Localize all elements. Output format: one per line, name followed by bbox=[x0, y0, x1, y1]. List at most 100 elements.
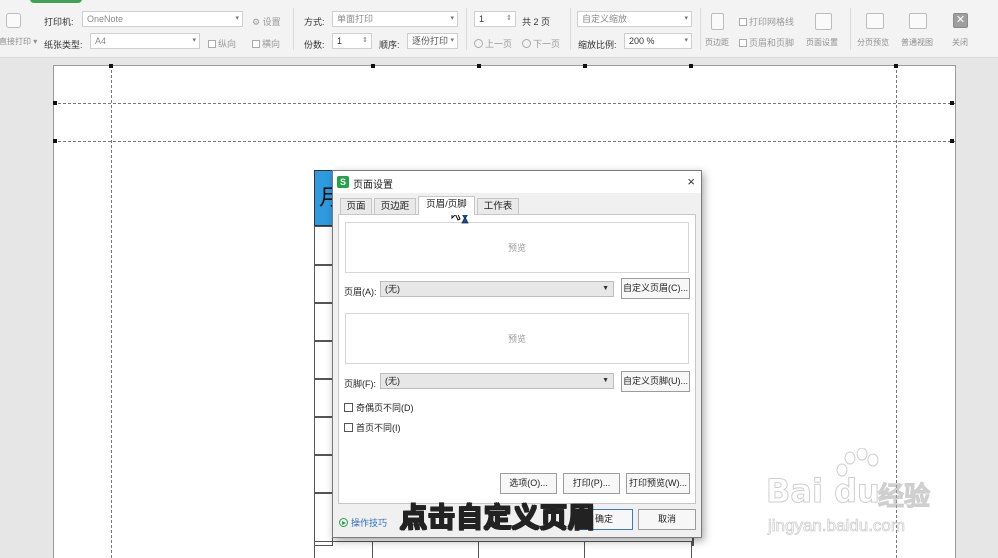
stepper-arrows-icon: ⇕ bbox=[506, 15, 512, 22]
cancel-button[interactable]: 取消 bbox=[638, 509, 696, 530]
header-select[interactable]: (无) ▼ bbox=[380, 281, 614, 297]
printer-settings-button[interactable]: ⚙ 设置 bbox=[252, 15, 281, 28]
tab-margins[interactable]: 页边距 bbox=[374, 198, 416, 215]
wps-logo-icon: S bbox=[337, 176, 349, 188]
page-number-stepper[interactable]: 1 ⇕ bbox=[474, 11, 516, 27]
options-button[interactable]: 选项(O)... bbox=[500, 473, 557, 494]
operation-tips-link[interactable]: 操作技巧 bbox=[339, 516, 387, 529]
margin-handle[interactable] bbox=[477, 64, 481, 68]
table-cell bbox=[314, 340, 333, 342]
table-cell bbox=[478, 541, 585, 558]
first-page-checkbox[interactable]: 首页不同(I) bbox=[344, 421, 401, 434]
table-cell bbox=[372, 541, 479, 558]
margin-handle[interactable] bbox=[950, 139, 954, 143]
copies-label: 份数: bbox=[304, 40, 325, 50]
ribbon-active-tab-indicator bbox=[30, 0, 82, 3]
footer-preview: 预览 bbox=[345, 313, 689, 364]
dialog-titlebar[interactable]: S 页面设置 × bbox=[333, 171, 701, 193]
header-label: 页眉(A): bbox=[344, 287, 377, 297]
stepper-arrows-icon: ⇕ bbox=[362, 37, 368, 44]
printer-label: 打印机: bbox=[44, 17, 74, 27]
video-subtitle: 点击自定义页眉 bbox=[399, 502, 596, 533]
chevron-down-icon: ▾ bbox=[192, 37, 196, 44]
margin-handle[interactable] bbox=[583, 64, 587, 68]
zoom-mode-select[interactable]: 自定义缩放 ▾ bbox=[577, 11, 692, 27]
table-cell bbox=[314, 302, 333, 304]
zoom-ratio-label: 缩放比例: bbox=[578, 40, 617, 50]
total-pages-text: 共 2 页 bbox=[522, 17, 551, 27]
mode-select[interactable]: 单面打印 ▾ bbox=[332, 11, 458, 27]
table-cell bbox=[314, 226, 333, 546]
zoom-ratio-select[interactable]: 200 % ▾ bbox=[624, 33, 692, 49]
print-gridlines-checkbox[interactable]: 打印网格线 bbox=[739, 15, 794, 28]
play-icon bbox=[339, 518, 348, 527]
page-setup-icon[interactable] bbox=[815, 13, 832, 30]
portrait-icon bbox=[208, 40, 216, 48]
chevron-down-icon: ▾ bbox=[684, 15, 688, 22]
order-select[interactable]: 逐份打印 ▾ bbox=[407, 33, 458, 49]
top-margin-guide bbox=[53, 141, 956, 142]
chevron-down-icon: ▾ bbox=[684, 37, 688, 44]
prev-page-icon bbox=[474, 39, 483, 48]
toolbar-divider bbox=[850, 8, 851, 50]
toolbar-divider bbox=[466, 8, 467, 50]
margin-handle[interactable] bbox=[950, 101, 954, 105]
page-setup-button[interactable]: 页面设置 bbox=[806, 37, 838, 48]
close-preview-button[interactable]: 关闭 bbox=[952, 37, 968, 48]
tab-header-footer[interactable]: 页眉/页脚 bbox=[418, 196, 475, 215]
printer-icon[interactable] bbox=[6, 13, 21, 28]
tab-page[interactable]: 页面 bbox=[340, 198, 372, 215]
chevron-down-icon: ▾ bbox=[450, 15, 454, 22]
margin-handle[interactable] bbox=[894, 64, 898, 68]
footer-select[interactable]: (无) ▼ bbox=[380, 373, 614, 389]
dialog-title: 页面设置 bbox=[353, 180, 393, 191]
print-preview-button[interactable]: 打印预览(W)... bbox=[626, 473, 690, 494]
margin-handle[interactable] bbox=[689, 64, 693, 68]
direct-print-button[interactable]: 直接打印 ▾ bbox=[0, 36, 37, 47]
printer-select[interactable]: OneNote ▾ bbox=[82, 11, 243, 27]
mode-label: 方式: bbox=[304, 17, 325, 27]
baidu-jingyan-watermark: Bai du 经验 jingyan.baidu.com bbox=[760, 448, 950, 542]
next-page-button[interactable]: 下一页 bbox=[522, 37, 560, 50]
portrait-button[interactable]: 纵向 bbox=[208, 37, 236, 50]
copies-stepper[interactable]: 1 ⇕ bbox=[332, 33, 372, 49]
watermark-brand: Bai du bbox=[766, 472, 881, 511]
margin-handle[interactable] bbox=[53, 101, 57, 105]
paper-type-select[interactable]: A4 ▾ bbox=[90, 33, 200, 49]
print-button[interactable]: 打印(P)... bbox=[563, 473, 620, 494]
checkbox-icon bbox=[739, 18, 747, 26]
table-cell bbox=[314, 454, 333, 456]
chevron-down-icon: ▼ bbox=[602, 377, 609, 384]
landscape-icon bbox=[252, 40, 260, 48]
toolbar-divider bbox=[293, 8, 294, 50]
tab-worksheet[interactable]: 工作表 bbox=[477, 198, 519, 215]
odd-even-checkbox[interactable]: 奇偶页不同(D) bbox=[344, 401, 414, 414]
close-icon[interactable]: × bbox=[687, 174, 695, 189]
watermark-url: jingyan.baidu.com bbox=[768, 516, 906, 536]
landscape-button[interactable]: 横向 bbox=[252, 37, 280, 50]
chevron-down-icon: ▼ bbox=[602, 285, 609, 292]
margin-handle[interactable] bbox=[53, 139, 57, 143]
close-icon[interactable]: ✕ bbox=[953, 13, 968, 28]
table-cell bbox=[314, 378, 333, 380]
header-footer-icon bbox=[739, 39, 747, 47]
margin-handle[interactable] bbox=[371, 64, 375, 68]
normal-view-icon[interactable] bbox=[909, 13, 927, 29]
custom-header-button[interactable]: 自定义页眉(C)... bbox=[621, 278, 690, 299]
print-preview-toolbar: 直接打印 ▾ 打印机: OneNote ▾ ⚙ 设置 纸张类型: A4 ▾ 纵向 横… bbox=[0, 0, 998, 58]
margins-button[interactable]: 页边距 bbox=[705, 37, 729, 48]
margins-icon[interactable] bbox=[711, 13, 724, 30]
header-footer-panel: 预览 页眉(A): (无) ▼ 自定义页眉(C)... 预览 页脚(F): (无)… bbox=[338, 214, 696, 504]
page-break-preview-icon[interactable] bbox=[866, 13, 884, 29]
prev-page-button[interactable]: 上一页 bbox=[474, 37, 512, 50]
footer-label: 页脚(F): bbox=[344, 379, 376, 389]
header-margin-guide bbox=[53, 103, 956, 104]
custom-footer-button[interactable]: 自定义页脚(U)... bbox=[621, 371, 690, 392]
normal-view-button[interactable]: 普通视图 bbox=[901, 37, 933, 48]
printer-settings-icon: ⚙ bbox=[252, 17, 261, 27]
header-footer-button[interactable]: 页眉和页脚 bbox=[739, 36, 794, 49]
margin-handle[interactable] bbox=[109, 64, 113, 68]
table-cell bbox=[314, 264, 333, 266]
page-break-preview-button[interactable]: 分页预览 bbox=[857, 37, 889, 48]
next-page-icon bbox=[522, 39, 531, 48]
